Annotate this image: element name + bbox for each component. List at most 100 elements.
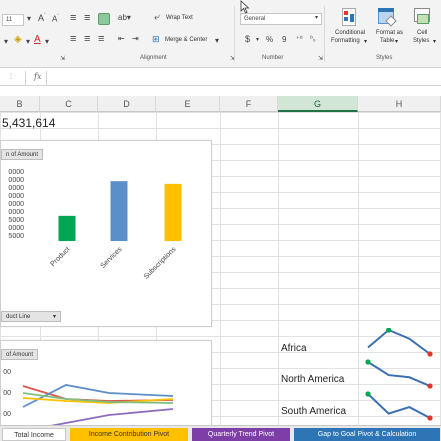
conditional-formatting-dropdown-icon[interactable]: ▾	[364, 38, 367, 45]
font-size-dropdown-icon[interactable]: ▾	[27, 14, 31, 23]
merge-dropdown-icon[interactable]: ▾	[215, 36, 219, 45]
sheet-tab-label: Total Income	[14, 432, 54, 439]
bar-subscriptions[interactable]	[164, 183, 182, 241]
orientation-icon[interactable]: ab▾	[118, 13, 131, 22]
column-header-d[interactable]: D	[98, 96, 156, 112]
format-as-table-label-2[interactable]: Table	[380, 38, 394, 44]
product-line-filter-button[interactable]: duct Line ▾	[1, 311, 61, 322]
conditional-formatting-icon[interactable]	[342, 8, 358, 28]
sparkline-2	[367, 361, 431, 387]
sparkline-low-marker	[427, 383, 433, 389]
currency-dropdown-icon[interactable]: ▾	[256, 36, 259, 43]
conditional-formatting-label[interactable]: Conditional	[335, 30, 365, 36]
fill-color-dropdown-icon[interactable]: ▾	[26, 37, 30, 46]
filter-label: duct Line	[6, 314, 31, 320]
cell-b-total[interactable]: 5,431,614	[2, 116, 55, 130]
filter-dropdown-icon: ▾	[52, 314, 56, 320]
y-axis-tick-label: 0000	[8, 169, 24, 176]
decrease-indent-icon[interactable]: ⇤	[118, 34, 125, 43]
y-axis-tick-label: 0000	[8, 185, 24, 192]
sheet-tab-gap-to-goal[interactable]: Gap to Goal Pivot & Calculation	[294, 428, 440, 441]
decrease-font-icon[interactable]: Aˇ	[52, 14, 59, 24]
cell-styles-dropdown-icon[interactable]: ▾	[433, 38, 436, 45]
sheet-tab-label: Income Contribution Pivot	[88, 431, 170, 438]
font-color-icon[interactable]: A	[34, 34, 41, 45]
increase-font-icon[interactable]: Aˆ	[38, 13, 46, 23]
wrap-text-button[interactable]: Wrap Text	[166, 15, 193, 21]
borders-dropdown-icon[interactable]: ▾	[4, 37, 8, 46]
font-size-value: 11	[6, 17, 13, 23]
align-bottom-icon[interactable]	[98, 13, 110, 25]
sparkline-low-marker	[427, 415, 433, 421]
merge-center-button[interactable]: Merge & Center	[165, 37, 207, 43]
region-label-south-america[interactable]: South America	[281, 406, 346, 417]
alignment-group-label: Alignment	[140, 55, 167, 61]
font-launcher-icon[interactable]: ⇲	[60, 55, 65, 62]
ribbon: 11 ▾ Aˆ Aˇ ≡ ≡ ab▾ ⤶ Wrap Text ▾ ◈ ▾ A ▾…	[0, 0, 441, 68]
number-format-select[interactable]: General	[240, 13, 322, 25]
sheet-tab-bar: Total Income Income Contribution Pivot Q…	[0, 425, 441, 441]
sheet-tab-label: Gap to Goal Pivot & Calculation	[317, 431, 417, 438]
comma-button[interactable]: 9	[282, 35, 286, 44]
number-format-dropdown-icon[interactable]: ▾	[315, 14, 318, 21]
align-center-icon[interactable]: ≡	[84, 33, 90, 45]
format-as-table-dropdown-icon[interactable]: ▾	[395, 38, 398, 45]
currency-button[interactable]: $	[245, 34, 250, 44]
region-label-africa[interactable]: Africa	[281, 343, 307, 354]
ribbon-separator	[324, 6, 325, 62]
font-size-select[interactable]: 11	[2, 14, 24, 26]
bar-chart[interactable]: n of Amount 0000 0000 0000 0000 0000 0000 5000…	[0, 140, 212, 327]
sparkline-1	[367, 328, 431, 355]
cell-styles-icon[interactable]	[414, 8, 432, 26]
insert-function-icon[interactable]: fx	[34, 72, 41, 81]
conditional-formatting-label-2[interactable]: Formatting	[331, 38, 360, 44]
column-header-g[interactable]: G	[278, 96, 358, 112]
sparkline-high-marker	[365, 391, 371, 397]
column-header-c[interactable]: C	[40, 96, 98, 112]
mouse-cursor-icon	[240, 0, 250, 14]
percent-button[interactable]: %	[266, 35, 273, 44]
align-left-icon[interactable]: ≡	[70, 33, 76, 45]
increase-indent-icon[interactable]: ⇥	[132, 34, 139, 43]
align-right-icon[interactable]: ≡	[98, 33, 104, 45]
font-color-dropdown-icon[interactable]: ▾	[45, 37, 49, 46]
grid-line	[220, 112, 221, 425]
line-chart[interactable]: of Amount 00 00 00	[0, 340, 212, 426]
sheet-tab-label: Quarterly Trend Pivot	[207, 431, 275, 438]
decrease-decimal-icon[interactable]: ⁰₀	[310, 35, 316, 43]
fill-color-icon[interactable]: ◈	[14, 34, 22, 45]
sheet-tab-total-income[interactable]: Total Income	[2, 428, 66, 441]
column-header-b[interactable]: B	[0, 96, 40, 112]
series-line-purple	[44, 408, 174, 426]
increase-decimal-icon[interactable]: ⁺⁰	[296, 35, 303, 43]
cell-styles-label[interactable]: Cell	[417, 30, 427, 36]
y-axis-tick-label: 0000	[8, 201, 24, 208]
number-launcher-icon[interactable]: ⇲	[318, 55, 323, 62]
format-as-table-label[interactable]: Format as	[376, 30, 403, 36]
y-axis-tick-label: 5000	[8, 217, 24, 224]
align-middle-icon[interactable]: ≡	[84, 12, 90, 24]
region-label-north-america[interactable]: North America	[281, 374, 344, 385]
align-top-icon[interactable]: ≡	[70, 12, 76, 24]
column-header-f[interactable]: F	[220, 96, 278, 112]
number-group-label: Number	[262, 55, 284, 61]
y-axis-tick-label: 0000	[8, 225, 24, 232]
cell-styles-label-2[interactable]: Styles	[413, 38, 429, 44]
sheet-tab-quarterly-trend[interactable]: Quarterly Trend Pivot	[192, 428, 290, 441]
line-chart-plot	[22, 384, 174, 426]
formula-input[interactable]	[46, 71, 441, 85]
name-box-separator-icon: ⋮	[8, 74, 14, 80]
column-header-h[interactable]: H	[358, 96, 441, 112]
wrap-text-icon[interactable]: ⤶	[154, 12, 160, 23]
bar-services[interactable]	[110, 181, 128, 241]
bar-chart-plot	[58, 181, 182, 241]
y-axis-tick-label: 0000	[8, 177, 24, 184]
sparkline-3	[367, 393, 431, 419]
format-as-table-icon[interactable]	[378, 8, 397, 27]
bar-product[interactable]	[58, 215, 76, 241]
column-header-e[interactable]: E	[156, 96, 220, 112]
merge-center-icon[interactable]: ⊞	[152, 34, 160, 45]
sheet-tab-income-contribution[interactable]: Income Contribution Pivot	[70, 428, 188, 441]
sparklines	[365, 328, 433, 421]
number-format-value: General	[244, 16, 266, 22]
